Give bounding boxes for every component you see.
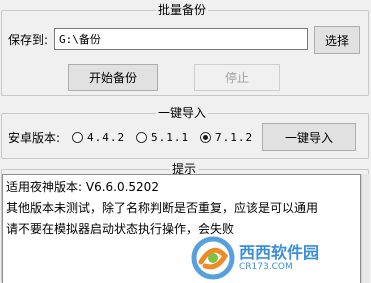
one-click-import-title: 一键导入 <box>156 106 209 120</box>
stop-button[interactable]: 停止 <box>194 64 280 91</box>
radio-button[interactable] <box>72 132 83 143</box>
version-label: 5.1.1 <box>151 131 190 144</box>
version-radio-511[interactable]: 5.1.1 <box>136 131 189 144</box>
watermark-logo: 西西软件园 CR173.COM <box>191 235 367 281</box>
watermark-brand: 西西软件园 <box>239 243 320 262</box>
version-radio-712[interactable]: 7.1.2 <box>200 131 253 144</box>
watermark-text-block: 西西软件园 CR173.COM <box>239 243 320 273</box>
android-version-label: 安卓版本: <box>8 131 61 145</box>
save-path-input[interactable]: G:\备份 <box>54 28 308 50</box>
radio-button[interactable] <box>136 132 147 143</box>
tip-line: 其他版本未测试，除了名称判断是否重复，应该是可以通用 <box>6 201 319 215</box>
version-label: 7.1.2 <box>215 131 254 144</box>
tip-line: 适用夜神版本: V6.6.0.5202 <box>6 180 159 194</box>
watermark-url: CR173.COM <box>239 262 293 272</box>
version-label: 4.4.2 <box>87 131 126 144</box>
batch-backup-title: 批量备份 <box>156 3 209 17</box>
save-to-label: 保存到: <box>8 33 49 47</box>
radio-button-selected[interactable] <box>200 132 211 143</box>
version-radio-442[interactable]: 4.4.2 <box>72 131 125 144</box>
radio-dot <box>203 135 208 140</box>
start-backup-button[interactable]: 开始备份 <box>68 64 158 91</box>
choose-button[interactable]: 选择 <box>314 26 360 54</box>
watermark-swirl-icon <box>191 236 235 280</box>
one-click-import-button[interactable]: 一键导入 <box>262 123 356 151</box>
